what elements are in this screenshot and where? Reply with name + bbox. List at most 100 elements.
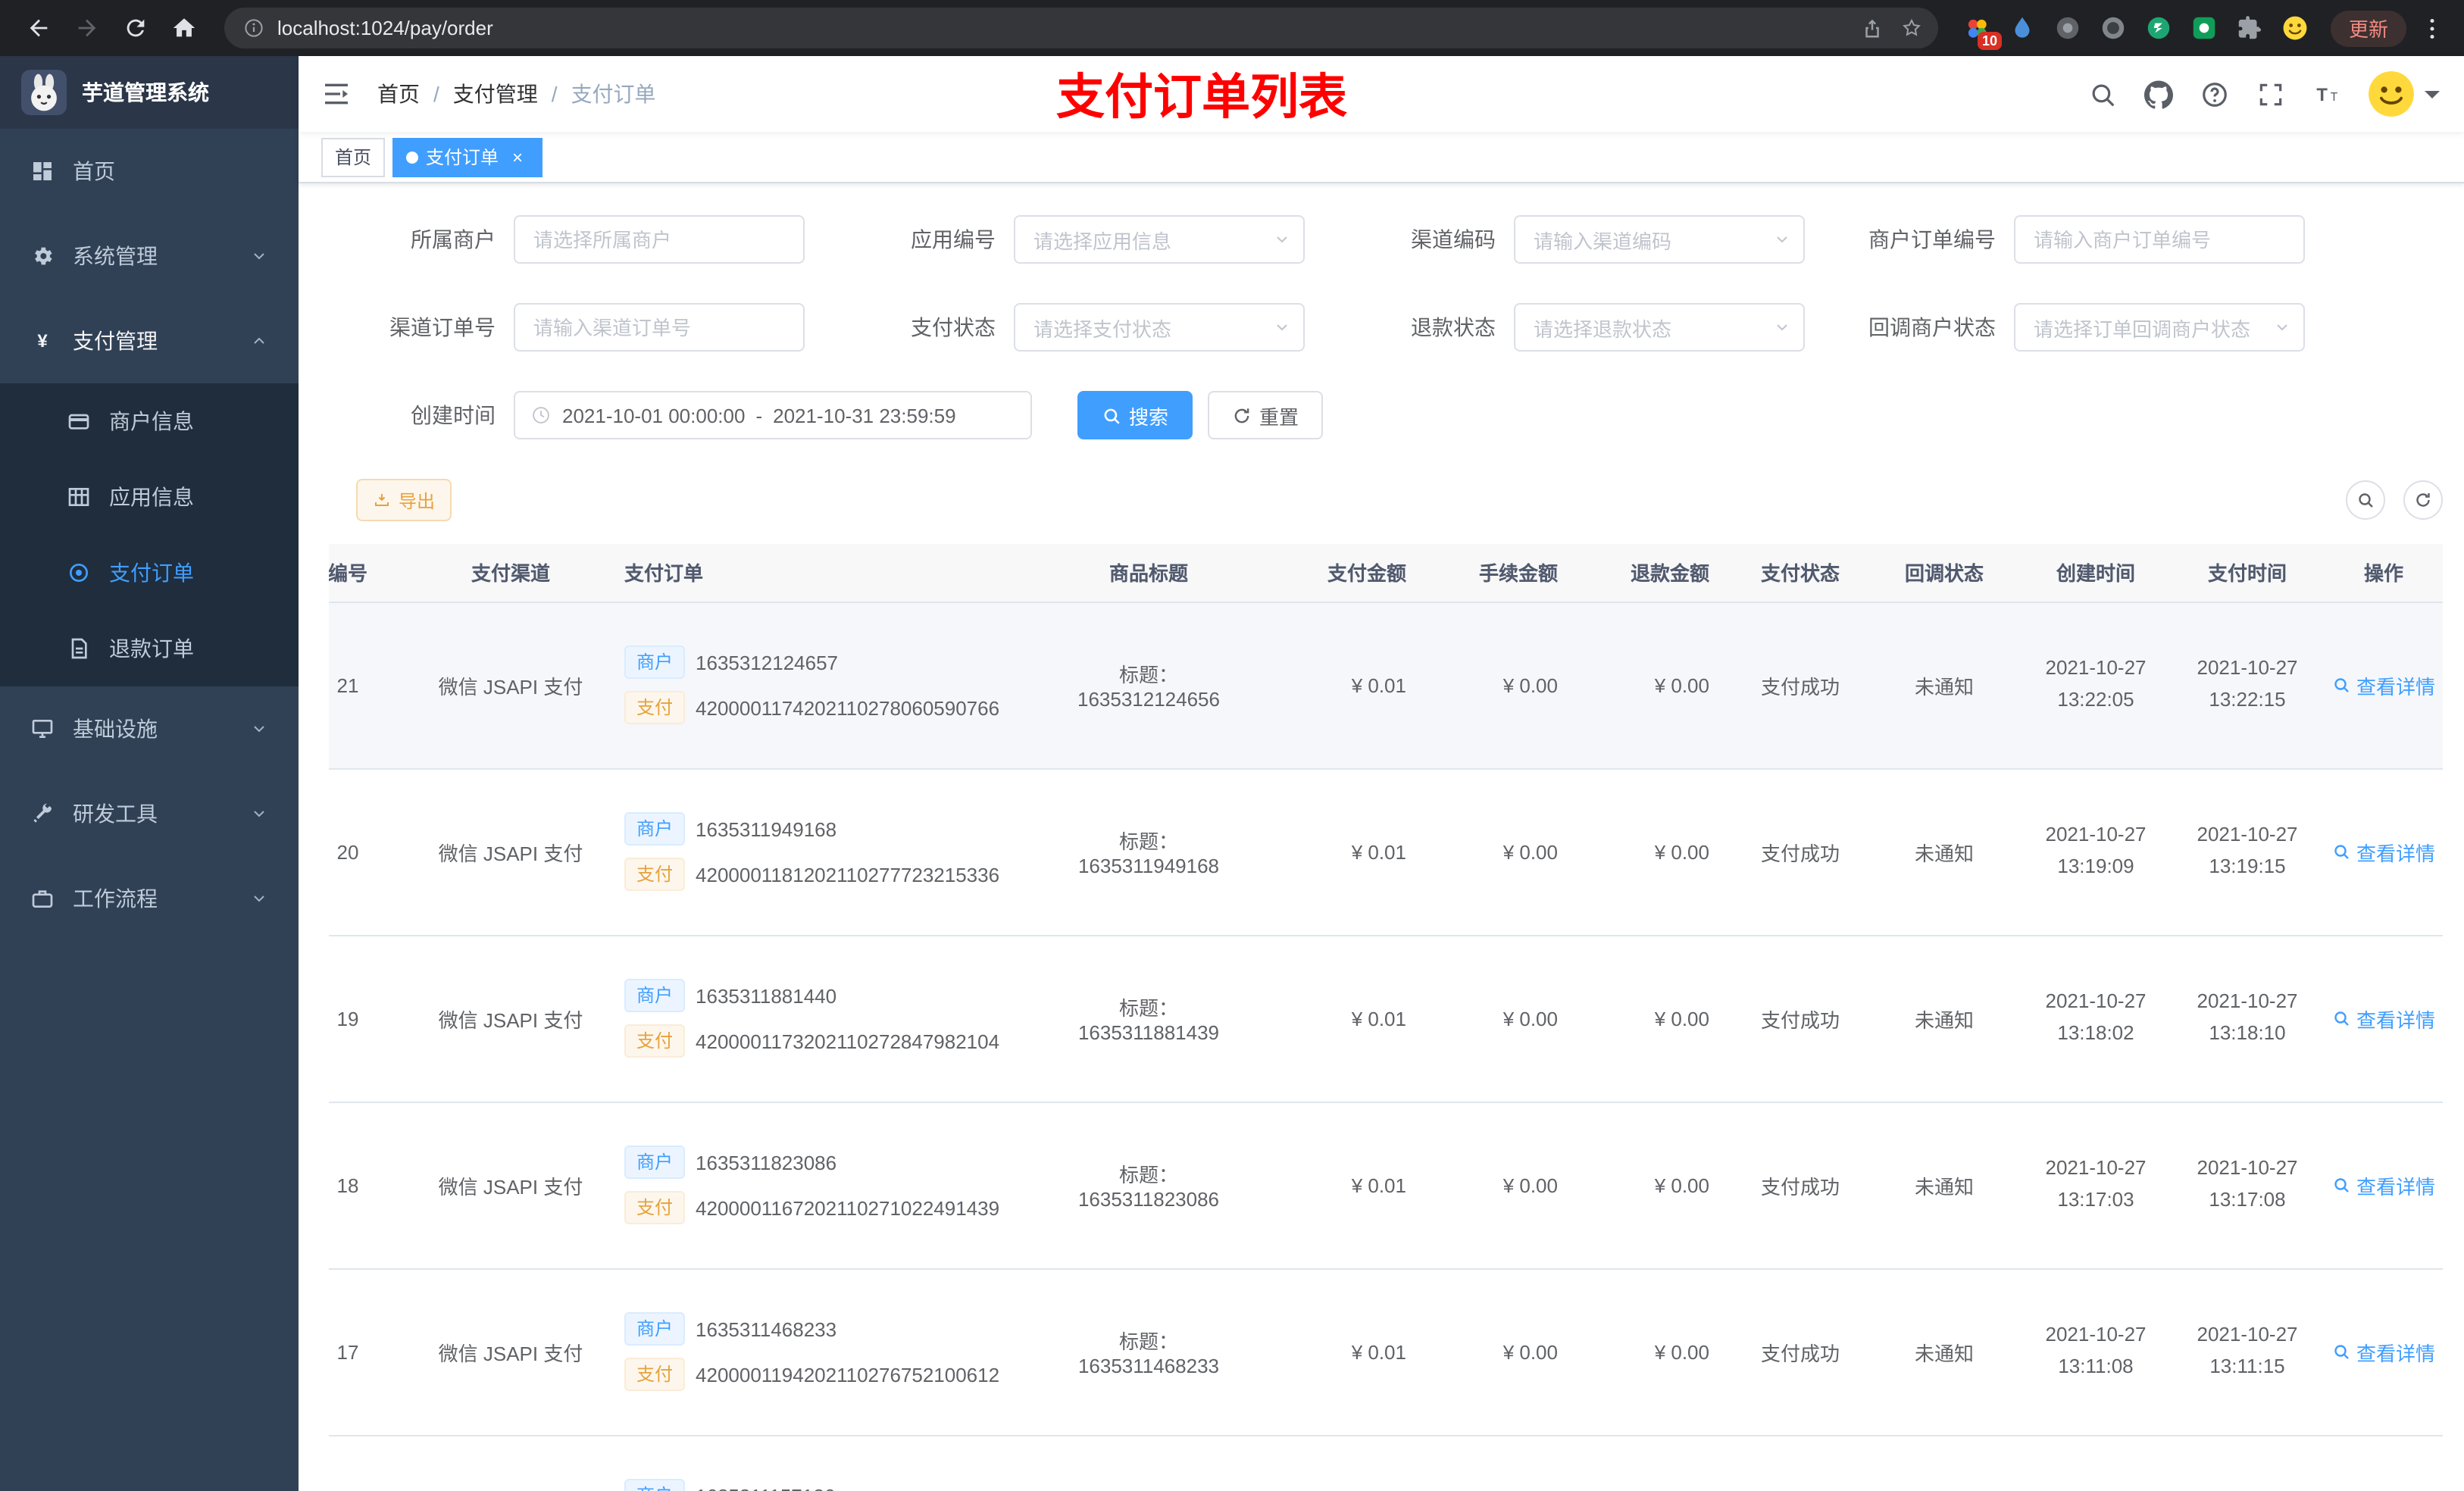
table-row: 17 微信 JSAPI 支付 商户 1635311468233 支付 4200001… xyxy=(329,1268,2443,1436)
notify-status-select[interactable]: 请选择订单回调商户状态 xyxy=(2014,303,2305,352)
toggle-search-button[interactable] xyxy=(2346,480,2385,520)
sidebar-item-payment[interactable]: ¥ 支付管理 xyxy=(0,299,299,383)
view-detail-link[interactable]: 查看详情 xyxy=(2332,1004,2435,1033)
reset-button[interactable]: 重置 xyxy=(1208,391,1324,439)
sidebar-item-system[interactable]: 系统管理 xyxy=(0,214,299,299)
app-logo[interactable]: 芋道管理系统 xyxy=(0,56,299,129)
channel-order-no-input[interactable] xyxy=(515,305,803,350)
sidebar-item-pay-order[interactable]: 支付订单 xyxy=(0,535,299,611)
font-size-icon[interactable]: TT xyxy=(2312,80,2341,108)
browser-update-button[interactable]: 更新 xyxy=(2330,10,2406,46)
site-info-icon[interactable] xyxy=(242,17,265,39)
pay-status-select[interactable]: 请选择支付状态 xyxy=(1014,303,1305,352)
chevron-down-icon xyxy=(254,253,264,260)
browser-home-icon[interactable] xyxy=(161,5,206,51)
chevron-down-icon xyxy=(2277,324,2287,331)
help-icon[interactable] xyxy=(2200,80,2229,108)
refund-status-select[interactable]: 请选择退款状态 xyxy=(1514,303,1805,352)
filter-channel-order-no: 渠道订单号 xyxy=(329,303,805,352)
filter-channel-code: 渠道编码 请输入渠道编码 xyxy=(1329,215,1805,264)
col-fee: 手续金额 xyxy=(1421,544,1573,602)
col-actions: 操作 xyxy=(2315,544,2443,602)
cell-id: 19 xyxy=(329,935,412,1102)
merchant-tag: 商户 xyxy=(624,979,686,1012)
browser-toolbar: localhost:1024/pay/order 10 更新 xyxy=(0,0,2464,56)
sidebar-item-refund-order[interactable]: 退款订单 xyxy=(0,611,299,686)
export-button[interactable]: 导出 xyxy=(356,479,452,521)
browser-back-icon[interactable] xyxy=(15,5,61,51)
cell-pay-time: 2021-10-27 13:11:15 xyxy=(2179,1268,2315,1436)
credit-card-icon xyxy=(68,414,89,430)
cell-actions: 查看详情 xyxy=(2315,602,2443,769)
browser-reload-icon[interactable] xyxy=(112,5,158,51)
filter-create-time: 创建时间 2021-10-01 00:00:00 - 2021-10-31 23… xyxy=(329,391,1032,439)
cell-create-time: 2021-10-27 13:18:02 xyxy=(2012,935,2179,1102)
cell-order: 商户 1635311468233 支付 4200001194202110276752… xyxy=(609,1268,1033,1436)
sidebar-item-infra[interactable]: 基础设施 xyxy=(0,686,299,771)
col-status: 支付状态 xyxy=(1724,544,1876,602)
extension-icon-drop[interactable] xyxy=(2005,11,2040,45)
target-icon xyxy=(70,564,88,582)
filter-pay-status: 支付状态 请选择支付状态 xyxy=(829,303,1305,352)
cell-status: 支付成功 xyxy=(1724,768,1876,936)
search-button[interactable]: 搜索 xyxy=(1077,391,1193,439)
extension-badge: 10 xyxy=(1977,32,2002,50)
browser-address-bar[interactable]: localhost:1024/pay/order xyxy=(224,8,1938,48)
chevron-down-icon xyxy=(1777,236,1787,243)
document-icon xyxy=(71,638,87,659)
tab-home[interactable]: 首页 xyxy=(321,137,386,177)
sidebar-item-home[interactable]: 首页 xyxy=(0,129,299,214)
date-end: 2021-10-31 23:59:59 xyxy=(773,404,956,427)
cell-order: 商户 1635311823086 支付 4200001167202110271022… xyxy=(609,1102,1033,1269)
extensions-puzzle-icon[interactable] xyxy=(2232,11,2267,45)
page-content: 所属商户 应用编号 请选择应用信息 渠道编码 xyxy=(299,183,2464,1491)
logo-avatar xyxy=(21,70,67,115)
extension-icon-green-square[interactable] xyxy=(2187,11,2222,45)
github-icon[interactable] xyxy=(2144,80,2173,108)
view-detail-link[interactable]: 查看详情 xyxy=(2332,1337,2435,1366)
cell-channel: 微信 JSAPI 支付 xyxy=(412,602,609,769)
search-icon[interactable] xyxy=(2088,80,2117,108)
col-create-time: 创建时间 xyxy=(2012,544,2179,602)
magnifier-icon xyxy=(2334,1011,2349,1026)
grid-icon xyxy=(68,488,89,506)
cell-fee: ¥ 0.00 xyxy=(1421,1102,1573,1269)
cell-notify: 未通知 xyxy=(1876,1102,2012,1269)
bookmark-star-icon[interactable] xyxy=(1893,8,1932,48)
app-no-select[interactable]: 请选择应用信息 xyxy=(1014,215,1305,264)
view-detail-link[interactable]: 查看详情 xyxy=(2332,837,2435,866)
fullscreen-icon[interactable] xyxy=(2256,80,2285,108)
sidebar-item-app-info[interactable]: 应用信息 xyxy=(0,459,299,535)
browser-menu-icon[interactable] xyxy=(2416,8,2449,48)
extension-icon-gray-2[interactable] xyxy=(2096,11,2131,45)
share-icon[interactable] xyxy=(1853,8,1893,48)
sidebar-item-merchant-info[interactable]: 商户信息 xyxy=(0,383,299,459)
browser-profile-avatar[interactable] xyxy=(2278,11,2312,45)
sidebar-item-dev-tools[interactable]: 研发工具 xyxy=(0,771,299,856)
tab-pay-order[interactable]: 支付订单 × xyxy=(392,137,543,177)
tab-close-icon[interactable]: × xyxy=(506,145,529,168)
sidebar-item-workflow[interactable]: 工作流程 xyxy=(0,856,299,941)
cell-title: 标题：1635311468233 xyxy=(1033,1268,1264,1436)
browser-forward-icon[interactable] xyxy=(64,5,109,51)
sidebar-toggle-icon[interactable] xyxy=(299,56,374,132)
refresh-table-button[interactable] xyxy=(2403,480,2443,520)
extension-icon-gray-1[interactable] xyxy=(2050,11,2085,45)
create-time-range-picker[interactable]: 2021-10-01 00:00:00 - 2021-10-31 23:59:5… xyxy=(514,391,1032,439)
breadcrumb-home[interactable]: 首页 xyxy=(377,79,420,109)
user-menu[interactable] xyxy=(2369,71,2440,117)
cell-id: 18 xyxy=(329,1102,412,1269)
filter-create-time-label: 创建时间 xyxy=(411,403,496,427)
view-detail-link[interactable]: 查看详情 xyxy=(2332,670,2435,699)
view-detail-link[interactable]: 查看详情 xyxy=(2332,1171,2435,1199)
cell-notify: 未通知 xyxy=(1876,1268,2012,1436)
cell-pay-time: 2021-10-27 13:19:15 xyxy=(2179,768,2315,936)
url-text[interactable]: localhost:1024/pay/order xyxy=(277,17,1853,39)
channel-code-select[interactable]: 请输入渠道编码 xyxy=(1514,215,1805,264)
extension-icon-green-circle[interactable] xyxy=(2141,11,2176,45)
merchant-input[interactable] xyxy=(515,217,803,262)
merchant-order-no-input[interactable] xyxy=(2015,217,2303,262)
extension-icon-colorful[interactable]: 10 xyxy=(1959,11,2002,50)
breadcrumb-payment[interactable]: 支付管理 xyxy=(453,79,538,109)
cell-order: 商户1635311157126 支付 xyxy=(609,1435,1033,1491)
